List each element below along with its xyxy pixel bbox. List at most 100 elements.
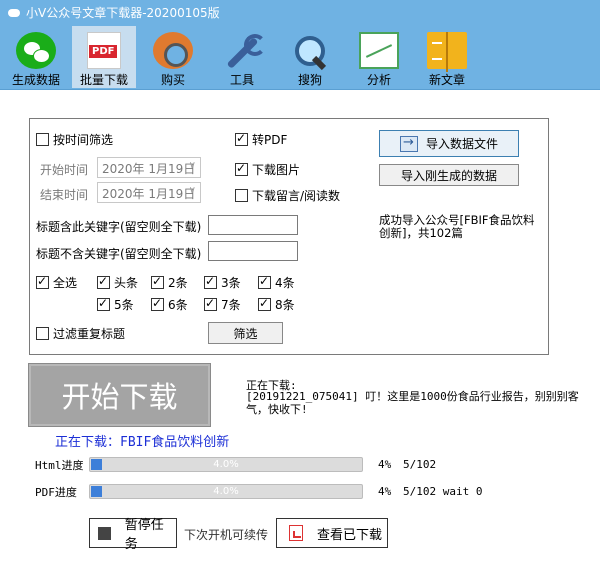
title-exclude-label: 标题不含关键字(留空则全下载) <box>36 247 202 261</box>
toolbar-generate-data[interactable]: 生成数据 <box>4 26 68 88</box>
toolbar-tools[interactable]: 工具 <box>210 26 274 88</box>
checkbox-box[interactable] <box>151 296 164 311</box>
checkbox-label: 3条 <box>221 276 241 290</box>
import-status-text: 成功导入公众号[FBIF食品饮料创新]，共102篇 <box>379 213 535 240</box>
checkbox-box[interactable] <box>97 296 110 311</box>
button-label: 暂停任务 <box>124 518 164 552</box>
position-checkbox-4[interactable]: 4条 <box>258 274 295 291</box>
button-label: 导入刚生成的数据 <box>400 168 497 183</box>
position-checkbox-8[interactable]: 8条 <box>258 296 295 313</box>
pdf-progress-bar: 4.0% <box>89 484 363 499</box>
start-download-button[interactable]: 开始下载 <box>28 363 211 427</box>
title-bar: 小V公众号文章下载器-20200105版 <box>0 0 600 24</box>
chart-icon <box>359 32 399 69</box>
import-icon <box>399 135 418 152</box>
import-data-file-button[interactable]: 导入数据文件 <box>379 130 519 157</box>
toolbar-buy[interactable]: 购买 <box>141 26 205 88</box>
to-pdf-checkbox[interactable]: 转PDF <box>235 131 287 148</box>
checkbox-box[interactable] <box>235 161 248 176</box>
title-include-label: 标题含此关键字(留空则全下载) <box>36 220 202 234</box>
checkbox-box[interactable] <box>235 131 248 146</box>
search-icon <box>290 32 330 69</box>
position-checkbox-7[interactable]: 7条 <box>204 296 241 313</box>
import-latest-data-button[interactable]: 导入刚生成的数据 <box>379 164 519 186</box>
checkbox-label: 头条 <box>114 276 139 290</box>
view-downloaded-button[interactable]: 查看已下载 <box>276 518 388 548</box>
start-date-value: 2020年 1月19日 <box>102 162 196 176</box>
wrench-icon <box>222 32 266 69</box>
checkbox-label: 8条 <box>275 298 295 312</box>
toolbar-label: 分析 <box>366 73 391 87</box>
cloud-icon <box>6 6 22 18</box>
checkbox-box[interactable] <box>36 274 49 289</box>
options-panel: 按时间筛选 开始时间 2020年 1月19日 ∨ 结束时间 2020年 1月19… <box>29 118 549 355</box>
start-date-picker[interactable]: 2020年 1月19日 ∨ <box>97 157 201 178</box>
toolbar-label: 搜狗 <box>297 73 322 87</box>
html-progress-text: 4.0% <box>213 459 239 470</box>
toolbar-label: 工具 <box>229 73 254 87</box>
toolbar-sogou[interactable]: 搜狗 <box>278 26 342 88</box>
start-time-label: 开始时间 <box>40 163 89 177</box>
button-label: 开始下载 <box>61 380 178 414</box>
checkbox-label: 下载留言/阅读数 <box>252 189 341 203</box>
toolbar-batch-download[interactable]: PDF 批量下载 <box>72 26 136 88</box>
end-date-value: 2020年 1月19日 <box>102 187 196 201</box>
checkbox-box[interactable] <box>97 274 110 289</box>
chevron-down-icon: ∨ <box>188 185 196 196</box>
checkbox-label: 按时间筛选 <box>53 133 114 147</box>
toolbar-label: 购买 <box>160 73 185 87</box>
download-comments-checkbox[interactable]: 下载留言/阅读数 <box>235 187 340 204</box>
toolbar-analysis[interactable]: 分析 <box>347 26 411 88</box>
checkbox-box[interactable] <box>235 189 248 202</box>
checkbox-box[interactable] <box>204 274 217 289</box>
checkbox-label: 5条 <box>114 298 134 312</box>
end-time-label: 结束时间 <box>40 188 89 202</box>
position-checkbox-5[interactable]: 5条 <box>97 296 134 313</box>
gear-icon <box>153 32 193 69</box>
checkbox-box[interactable] <box>258 274 271 289</box>
html-progress-bar: 4.0% <box>89 457 363 472</box>
filter-by-time-checkbox[interactable]: 按时间筛选 <box>36 131 113 148</box>
position-checkbox-1[interactable]: 头条 <box>97 274 138 291</box>
checkbox-box[interactable] <box>151 274 164 289</box>
title-include-input[interactable] <box>208 215 298 235</box>
pdf-progress-label: PDF进度 <box>35 486 77 499</box>
pdf-icon: PDF <box>87 32 121 69</box>
checkbox-label: 过滤重复标题 <box>53 327 126 341</box>
pause-task-button[interactable]: 暂停任务 <box>89 518 177 552</box>
window-title: 小V公众号文章下载器-20200105版 <box>26 5 220 20</box>
checkbox-box[interactable] <box>36 327 49 340</box>
toolbar-label: 新文章 <box>428 73 465 87</box>
checkbox-label: 全选 <box>53 276 78 290</box>
current-download-line: 正在下载：FBIF食品饮料创新 <box>55 435 230 450</box>
checkbox-box[interactable] <box>36 133 49 146</box>
chevron-down-icon: ∨ <box>188 160 196 171</box>
checkbox-label: 2条 <box>168 276 188 290</box>
book-icon <box>427 32 467 72</box>
stop-icon <box>98 526 111 540</box>
position-checkbox-6[interactable]: 6条 <box>151 296 188 313</box>
checkbox-label: 转PDF <box>252 133 288 147</box>
button-label: 查看已下载 <box>317 527 383 543</box>
html-count: 5/102 <box>403 458 437 471</box>
checkbox-box[interactable] <box>258 296 271 311</box>
dedupe-titles-checkbox[interactable]: 过滤重复标题 <box>36 325 125 342</box>
button-label: 筛选 <box>233 326 258 341</box>
download-images-checkbox[interactable]: 下载图片 <box>235 161 300 178</box>
select-all-checkbox[interactable]: 全选 <box>36 274 77 291</box>
toolbar-new-articles[interactable]: 新文章 <box>415 26 479 88</box>
toolbar-label: 生成数据 <box>11 73 60 87</box>
download-status-detail: [20191221_075041] 叮！这里是1000份食品行业报告，别别别客气… <box>246 390 579 416</box>
pdf-count: 5/102 wait 0 <box>403 485 483 498</box>
checkbox-label: 7条 <box>221 298 241 312</box>
end-date-picker[interactable]: 2020年 1月19日 ∨ <box>97 182 201 203</box>
title-exclude-input[interactable] <box>208 241 298 261</box>
checkbox-label: 下载图片 <box>252 163 301 177</box>
wechat-icon <box>16 32 56 69</box>
position-checkbox-3[interactable]: 3条 <box>204 274 241 291</box>
toolbar: 生成数据 PDF 批量下载 购买 工具 搜狗 分析 新文章 <box>0 24 600 90</box>
checkbox-box[interactable] <box>204 296 217 311</box>
button-label: 导入数据文件 <box>425 137 498 151</box>
position-checkbox-2[interactable]: 2条 <box>151 274 188 291</box>
filter-button[interactable]: 筛选 <box>208 322 283 344</box>
